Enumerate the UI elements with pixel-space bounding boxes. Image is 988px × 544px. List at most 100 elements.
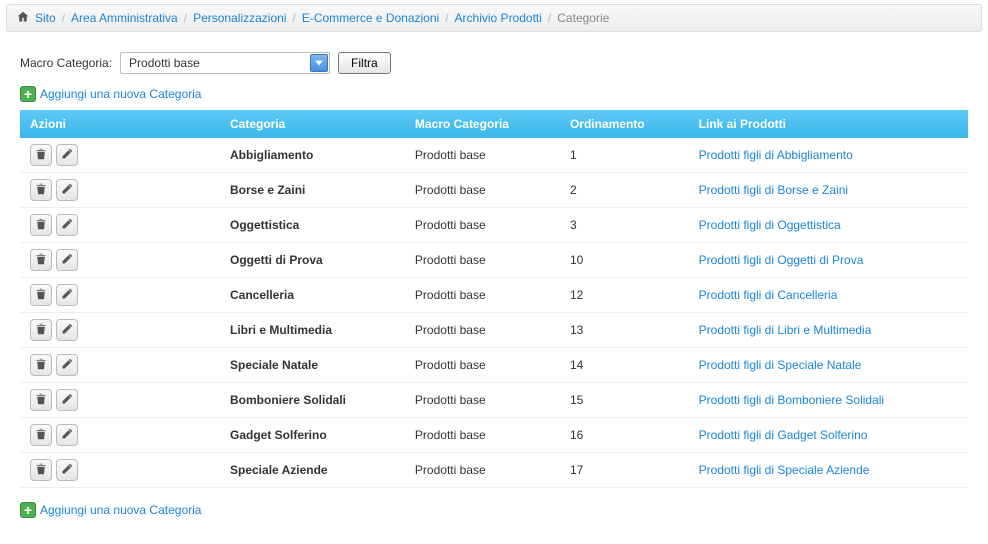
delete-button[interactable] <box>30 389 52 411</box>
plus-icon: + <box>20 502 36 518</box>
trash-icon <box>35 428 47 443</box>
categories-table: Azioni Categoria Macro Categoria Ordinam… <box>20 110 968 488</box>
add-category-label: Aggiungi una nuova Categoria <box>40 503 201 517</box>
pencil-icon <box>61 148 73 163</box>
breadcrumb-current: Categorie <box>557 11 609 25</box>
product-children-link[interactable]: Prodotti figli di Speciale Aziende <box>699 463 870 477</box>
breadcrumb-personalizzazioni[interactable]: Personalizzazioni <box>193 11 286 25</box>
cell-macro: Prodotti base <box>405 243 560 278</box>
chevron-down-icon <box>310 54 328 72</box>
cell-macro: Prodotti base <box>405 348 560 383</box>
table-row: Oggetti di ProvaProdotti base10 Prodotti … <box>20 243 968 278</box>
delete-button[interactable] <box>30 214 52 236</box>
pencil-icon <box>61 428 73 443</box>
delete-button[interactable] <box>30 424 52 446</box>
breadcrumb-ecommerce[interactable]: E-Commerce e Donazioni <box>302 11 439 25</box>
macro-categoria-select[interactable]: Prodotti base <box>120 52 330 74</box>
cell-ordinamento: 3 <box>560 208 689 243</box>
breadcrumb: Sito / Area Amministrativa / Personalizz… <box>6 4 982 32</box>
edit-button[interactable] <box>56 354 78 376</box>
product-children-link[interactable]: Prodotti figli di Libri e Multimedia <box>699 323 872 337</box>
delete-button[interactable] <box>30 179 52 201</box>
breadcrumb-archivio[interactable]: Archivio Prodotti <box>455 11 542 25</box>
th-azioni: Azioni <box>20 110 220 138</box>
cell-macro: Prodotti base <box>405 313 560 348</box>
cell-categoria: Abbigliamento <box>220 138 405 173</box>
delete-button[interactable] <box>30 459 52 481</box>
pencil-icon <box>61 218 73 233</box>
cell-macro: Prodotti base <box>405 208 560 243</box>
add-category-label: Aggiungi una nuova Categoria <box>40 87 201 101</box>
pencil-icon <box>61 393 73 408</box>
edit-button[interactable] <box>56 214 78 236</box>
cell-ordinamento: 14 <box>560 348 689 383</box>
edit-button[interactable] <box>56 319 78 341</box>
product-children-link[interactable]: Prodotti figli di Oggettistica <box>699 218 841 232</box>
product-children-link[interactable]: Prodotti figli di Gadget Solferino <box>699 428 868 442</box>
pencil-icon <box>61 323 73 338</box>
cell-categoria: Bomboniere Solidali <box>220 383 405 418</box>
trash-icon <box>35 288 47 303</box>
cell-categoria: Oggetti di Prova <box>220 243 405 278</box>
cell-ordinamento: 13 <box>560 313 689 348</box>
trash-icon <box>35 393 47 408</box>
edit-button[interactable] <box>56 144 78 166</box>
delete-button[interactable] <box>30 354 52 376</box>
pencil-icon <box>61 358 73 373</box>
cell-ordinamento: 16 <box>560 418 689 453</box>
edit-button[interactable] <box>56 389 78 411</box>
th-link: Link ai Prodotti <box>689 110 968 138</box>
pencil-icon <box>61 253 73 268</box>
delete-button[interactable] <box>30 144 52 166</box>
product-children-link[interactable]: Prodotti figli di Bomboniere Solidali <box>699 393 884 407</box>
table-row: Gadget SolferinoProdotti base16Prodotti … <box>20 418 968 453</box>
edit-button[interactable] <box>56 179 78 201</box>
filter-row: Macro Categoria: Prodotti base Filtra <box>20 52 968 74</box>
cell-macro: Prodotti base <box>405 138 560 173</box>
cell-categoria: Speciale Natale <box>220 348 405 383</box>
pencil-icon <box>61 183 73 198</box>
delete-button[interactable] <box>30 284 52 306</box>
delete-button[interactable] <box>30 319 52 341</box>
cell-macro: Prodotti base <box>405 173 560 208</box>
edit-button[interactable] <box>56 459 78 481</box>
trash-icon <box>35 463 47 478</box>
edit-button[interactable] <box>56 424 78 446</box>
cell-ordinamento: 10 <box>560 243 689 278</box>
cell-ordinamento: 2 <box>560 173 689 208</box>
table-row: Libri e MultimediaProdotti base13Prodott… <box>20 313 968 348</box>
th-macro: Macro Categoria <box>405 110 560 138</box>
trash-icon <box>35 358 47 373</box>
trash-icon <box>35 218 47 233</box>
table-row: Speciale NataleProdotti base14 Prodotti f… <box>20 348 968 383</box>
cell-macro: Prodotti base <box>405 383 560 418</box>
cell-categoria: Oggettistica <box>220 208 405 243</box>
product-children-link[interactable]: Prodotti figli di Abbigliamento <box>699 148 853 162</box>
th-categoria: Categoria <box>220 110 405 138</box>
product-children-link[interactable]: Prodotti figli di Speciale Natale <box>699 358 862 372</box>
breadcrumb-area[interactable]: Area Amministrativa <box>71 11 178 25</box>
table-row: OggettisticaProdotti base3 Prodotti figli… <box>20 208 968 243</box>
product-children-link[interactable]: Prodotti figli di Borse e Zaini <box>699 183 848 197</box>
product-children-link[interactable]: Prodotti figli di Cancelleria <box>699 288 838 302</box>
breadcrumb-sep: / <box>62 11 65 25</box>
add-category-link-top[interactable]: + Aggiungi una nuova Categoria <box>20 86 201 102</box>
edit-button[interactable] <box>56 249 78 271</box>
delete-button[interactable] <box>30 249 52 271</box>
filter-button[interactable]: Filtra <box>338 52 391 74</box>
add-category-link-bottom[interactable]: + Aggiungi una nuova Categoria <box>20 502 201 518</box>
cell-ordinamento: 12 <box>560 278 689 313</box>
product-children-link[interactable]: Prodotti figli di Oggetti di Prova <box>699 253 864 267</box>
home-icon <box>17 11 29 25</box>
trash-icon <box>35 183 47 198</box>
table-row: Bomboniere SolidaliProdotti base15Prodot… <box>20 383 968 418</box>
trash-icon <box>35 148 47 163</box>
cell-ordinamento: 1 <box>560 138 689 173</box>
cell-categoria: Cancelleria <box>220 278 405 313</box>
trash-icon <box>35 323 47 338</box>
breadcrumb-sep: / <box>184 11 187 25</box>
edit-button[interactable] <box>56 284 78 306</box>
breadcrumb-sep: / <box>292 11 295 25</box>
breadcrumb-sito[interactable]: Sito <box>35 11 56 25</box>
table-row: Speciale AziendeProdotti base17Prodotti … <box>20 453 968 488</box>
